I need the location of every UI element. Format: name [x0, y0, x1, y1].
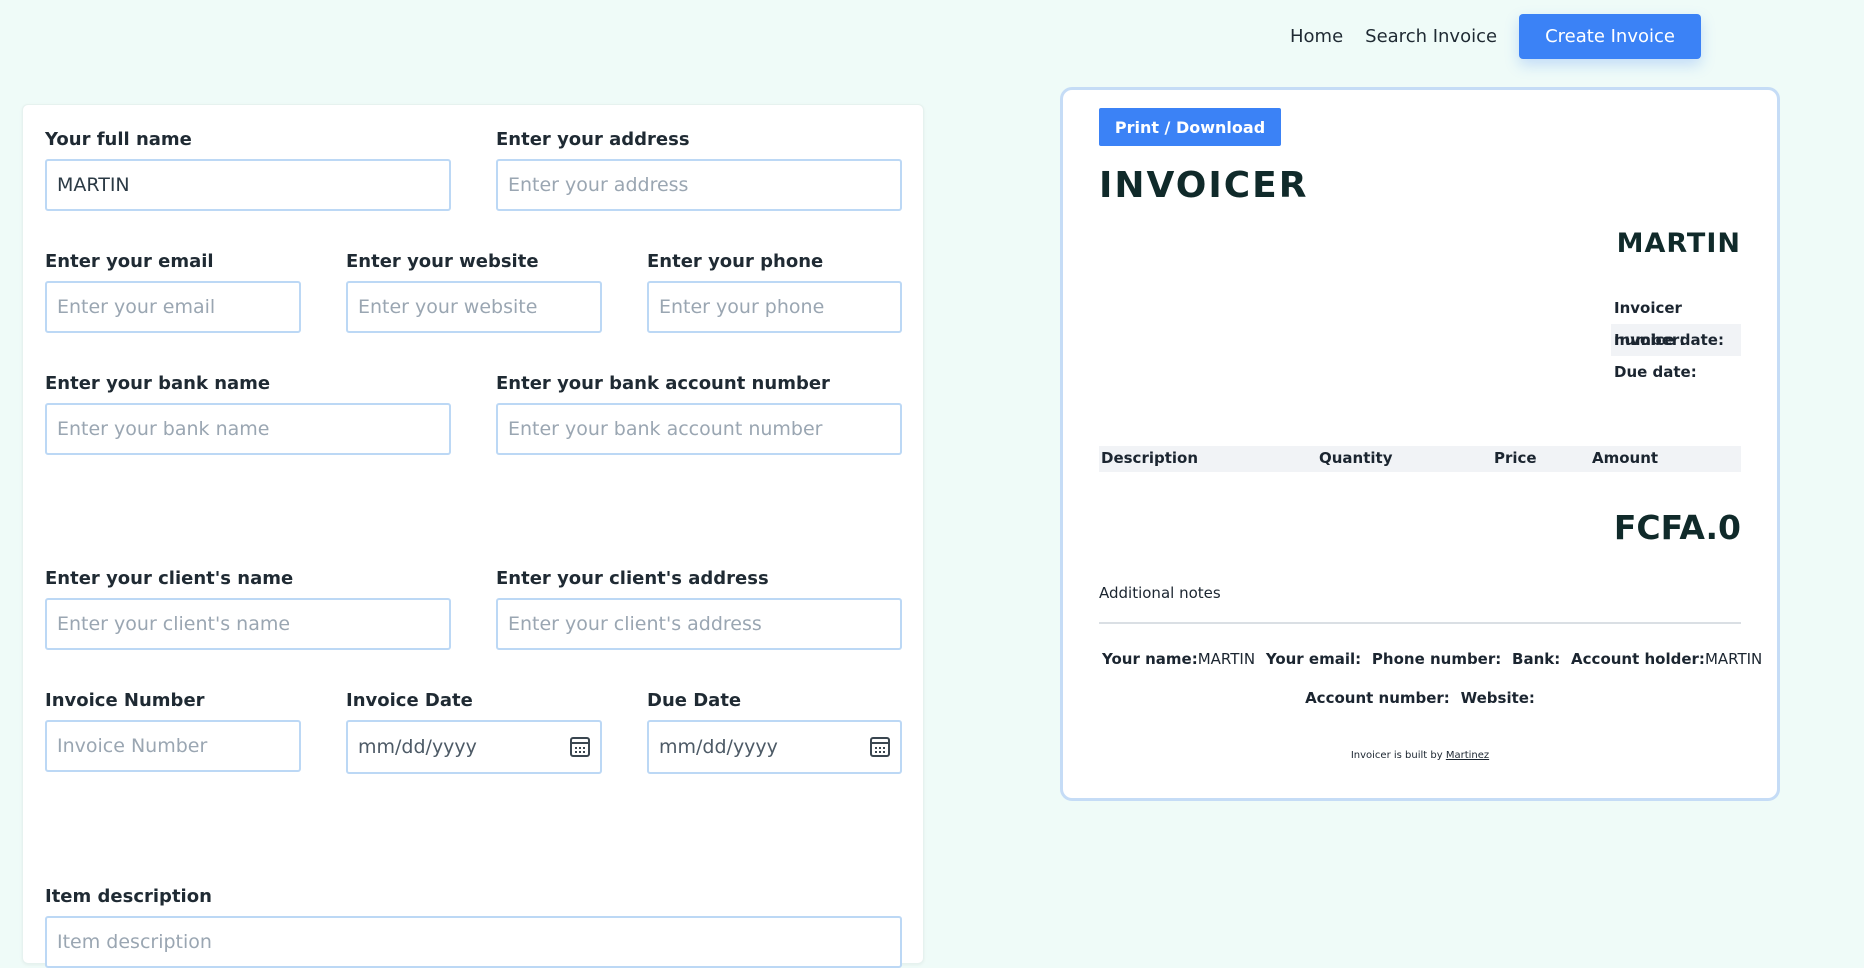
divider [1099, 622, 1741, 624]
item-description-field: Item description [45, 886, 902, 968]
column-amount: Amount [1592, 449, 1659, 467]
invoice-date-field: Invoice Date mm/dd/yyyy [346, 690, 602, 774]
phone-number-label: Phone number: [1371, 650, 1502, 668]
email-field: Enter your email [45, 251, 301, 333]
footer-details-line-2: Account number: Website: [1099, 689, 1741, 707]
create-invoice-button[interactable]: Create Invoice [1519, 14, 1701, 59]
invoice-date-value: mm/dd/yyyy [358, 736, 477, 758]
client-address-input[interactable] [508, 613, 890, 635]
credit-line: Invoicer is built by Martinez [1099, 750, 1741, 761]
items-table-header: Description Quantity Price Amount [1099, 446, 1741, 472]
phone-field: Enter your phone [647, 251, 902, 333]
email-label: Enter your email [45, 251, 214, 272]
calendar-icon[interactable] [570, 737, 590, 757]
your-name-label: Your name: [1102, 650, 1198, 668]
client-name-input-box [45, 598, 451, 650]
full-name-field: Your full name [45, 129, 451, 211]
bank-account-label: Enter your bank account number [496, 373, 830, 394]
bank-account-input-box [496, 403, 902, 455]
top-nav: Home Search Invoice Create Invoice [1290, 14, 1701, 59]
footer-details-line-1: Your name:MARTIN Your email: Phone numbe… [1099, 650, 1762, 668]
invoice-date-label: Invoice Date [346, 690, 473, 711]
invoice-preview: Print / Download INVOICER MARTIN Invoice… [1060, 87, 1780, 801]
client-address-input-box [496, 598, 902, 650]
website-field: Enter your website [346, 251, 602, 333]
full-name-input-box [45, 159, 451, 211]
due-date-label: Due Date [647, 690, 742, 711]
nav-search-invoice-link[interactable]: Search Invoice [1365, 26, 1497, 47]
bank-name-field: Enter your bank name [45, 373, 451, 455]
column-price: Price [1494, 449, 1537, 467]
client-address-label: Enter your client's address [496, 568, 769, 589]
address-input[interactable] [508, 174, 890, 196]
item-description-input-box [45, 916, 902, 968]
bank-account-input[interactable] [508, 418, 890, 440]
bank-name-input-box [45, 403, 451, 455]
invoice-number-meta: Invoicer number: [1614, 299, 1685, 349]
bank-name-input[interactable] [57, 418, 439, 440]
item-description-input[interactable] [57, 931, 890, 953]
account-holder-value: MARTIN [1704, 650, 1763, 668]
account-number-label: Account number: [1305, 689, 1450, 707]
full-name-label: Your full name [45, 129, 192, 150]
full-name-input[interactable] [57, 174, 439, 196]
email-input-box [45, 281, 301, 333]
calendar-icon[interactable] [870, 737, 890, 757]
print-download-button[interactable]: Print / Download [1099, 108, 1281, 146]
due-date-value: mm/dd/yyyy [659, 736, 778, 758]
invoice-number-field: Invoice Number [45, 690, 301, 772]
column-description: Description [1101, 449, 1199, 467]
client-name-field: Enter your client's name [45, 568, 451, 650]
address-input-box [496, 159, 902, 211]
bank-account-field: Enter your bank account number [496, 373, 902, 455]
invoice-number-label: Invoice Number [45, 690, 205, 711]
your-name-value: MARTIN [1197, 650, 1256, 668]
your-email-label: Your email: [1265, 650, 1362, 668]
client-address-field: Enter your client's address [496, 568, 902, 650]
nav-home-link[interactable]: Home [1290, 26, 1343, 47]
phone-input[interactable] [659, 296, 890, 318]
due-date-meta: Due date: [1614, 363, 1697, 381]
client-name-label: Enter your client's name [45, 568, 294, 589]
additional-notes-label: Additional notes [1099, 584, 1221, 602]
due-date-field: Due Date mm/dd/yyyy [647, 690, 902, 774]
website-input[interactable] [358, 296, 590, 318]
bank-name-label: Enter your bank name [45, 373, 271, 394]
credit-author-link[interactable]: Martinez [1446, 750, 1489, 761]
website-label: Enter your website [346, 251, 539, 272]
invoice-meta: Invoicer number: Invoice date: Due date: [1611, 292, 1741, 388]
invoice-sender-name: MARTIN [1616, 228, 1741, 259]
address-field: Enter your address [496, 129, 902, 211]
account-holder-label: Account holder: [1571, 650, 1705, 668]
item-description-label: Item description [45, 886, 212, 907]
credit-text: Invoicer is built by [1350, 750, 1443, 761]
client-name-input[interactable] [57, 613, 439, 635]
invoice-date-meta: Invoice date: [1611, 324, 1741, 356]
bank-label: Bank: [1512, 650, 1561, 668]
invoice-number-input[interactable] [57, 735, 289, 757]
website-footer-label: Website: [1460, 689, 1535, 707]
due-date-input[interactable]: mm/dd/yyyy [647, 720, 902, 774]
invoice-title: INVOICER [1099, 165, 1309, 206]
invoice-number-input-box [45, 720, 301, 772]
invoice-total: FCFA.0 [1613, 508, 1741, 547]
column-quantity: Quantity [1319, 449, 1393, 467]
invoice-date-input[interactable]: mm/dd/yyyy [346, 720, 602, 774]
invoice-form: Your full name Enter your address Enter … [22, 104, 924, 968]
address-label: Enter your address [496, 129, 690, 150]
phone-input-box [647, 281, 902, 333]
phone-label: Enter your phone [647, 251, 824, 272]
email-input[interactable] [57, 296, 289, 318]
website-input-box [346, 281, 602, 333]
